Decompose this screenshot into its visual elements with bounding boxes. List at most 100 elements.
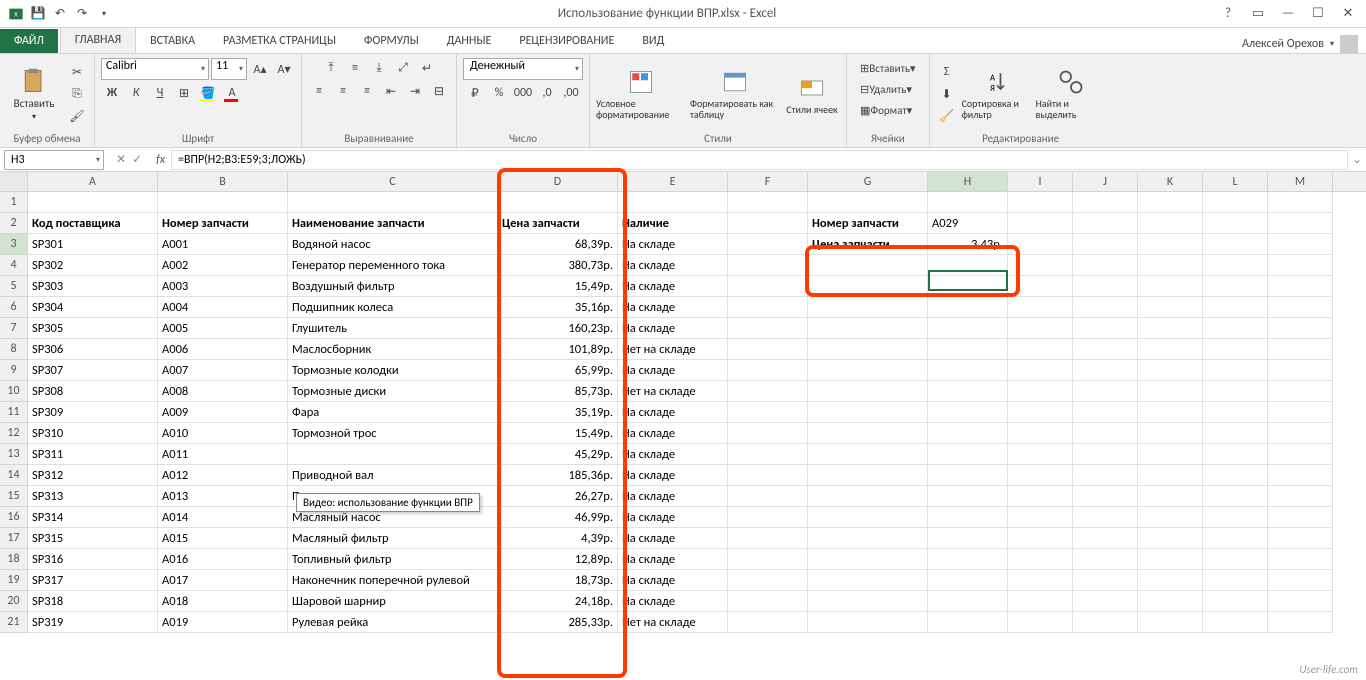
row-header[interactable]: 7 xyxy=(0,318,28,339)
col-header-G[interactable]: G xyxy=(808,172,928,191)
row-header[interactable]: 18 xyxy=(0,549,28,570)
align-bottom-icon[interactable]: ⤓ xyxy=(368,58,390,78)
underline-icon[interactable]: Ч xyxy=(149,83,171,103)
font-color-icon[interactable]: A xyxy=(221,83,243,103)
align-right-icon[interactable]: ≡ xyxy=(356,81,378,101)
save-icon[interactable]: 💾 xyxy=(28,4,48,24)
fx-icon[interactable]: fx xyxy=(150,153,171,167)
tab-view[interactable]: ВИД xyxy=(628,29,678,53)
row-header[interactable]: 12 xyxy=(0,423,28,444)
increase-indent-icon[interactable]: ⇥ xyxy=(404,81,426,101)
maximize-icon[interactable]: ☐ xyxy=(1304,3,1332,25)
cut-icon[interactable]: ✂ xyxy=(66,62,88,82)
number-format-select[interactable]: Денежный▾ xyxy=(463,58,583,80)
col-header-E[interactable]: E xyxy=(618,172,728,191)
tab-layout[interactable]: РАЗМЕТКА СТРАНИЦЫ xyxy=(209,29,350,53)
tab-file[interactable]: ФАЙЛ xyxy=(0,29,58,53)
col-header-B[interactable]: B xyxy=(158,172,288,191)
decrease-indent-icon[interactable]: ⇤ xyxy=(380,81,402,101)
enter-formula-icon[interactable]: ✓ xyxy=(132,152,142,167)
font-name-select[interactable]: Calibri▾ xyxy=(101,58,209,80)
insert-cells-button[interactable]: ⊞ Вставить ▾ xyxy=(853,58,923,78)
col-header-L[interactable]: L xyxy=(1203,172,1268,191)
sort-filter-button[interactable]: AЯСортировка и фильтр xyxy=(962,60,1032,128)
autosum-icon[interactable]: Σ xyxy=(936,62,958,82)
row-header[interactable]: 15 xyxy=(0,486,28,507)
formula-input[interactable]: =ВПР(H2;B3:E59;3;ЛОЖЬ) xyxy=(171,150,1348,170)
increase-font-icon[interactable]: A▴ xyxy=(249,59,271,79)
tab-home[interactable]: ГЛАВНАЯ xyxy=(60,27,136,53)
excel-icon[interactable]: X xyxy=(6,4,26,24)
row-header[interactable]: 16 xyxy=(0,507,28,528)
redo-icon[interactable]: ↷ xyxy=(72,4,92,24)
format-as-table-button[interactable]: Форматировать как таблицу xyxy=(690,60,780,128)
user-area[interactable]: Алексей Орехов ▾ xyxy=(1242,35,1366,53)
col-header-D[interactable]: D xyxy=(498,172,618,191)
wrap-text-icon[interactable]: ↵ xyxy=(416,58,438,78)
copy-icon[interactable]: ⎘ xyxy=(66,84,88,104)
delete-cells-button[interactable]: ⊟ Удалить ▾ xyxy=(853,79,919,99)
fill-icon[interactable]: ⬇ xyxy=(936,84,958,104)
select-all-button[interactable] xyxy=(0,172,28,191)
align-middle-icon[interactable]: ≡ xyxy=(344,58,366,78)
bold-icon[interactable]: Ж xyxy=(101,83,123,103)
col-header-M[interactable]: M xyxy=(1268,172,1333,191)
col-header-C[interactable]: C xyxy=(288,172,498,191)
orientation-icon[interactable]: ⤢ xyxy=(392,58,414,78)
avatar[interactable] xyxy=(1340,35,1358,53)
ribbon-options-icon[interactable]: ▭ xyxy=(1244,3,1272,25)
italic-icon[interactable]: К xyxy=(125,83,147,103)
row-header[interactable]: 14 xyxy=(0,465,28,486)
row-header[interactable]: 6 xyxy=(0,297,28,318)
row-header[interactable]: 13 xyxy=(0,444,28,465)
cell-styles-button[interactable]: Стили ячеек xyxy=(784,60,840,128)
format-painter-icon[interactable]: 🖌 xyxy=(66,106,88,126)
row-header[interactable]: 2 xyxy=(0,213,28,234)
row-header[interactable]: 8 xyxy=(0,339,28,360)
find-select-button[interactable]: Найти и выделить xyxy=(1036,60,1106,128)
col-header-K[interactable]: K xyxy=(1138,172,1203,191)
tab-formulas[interactable]: ФОРМУЛЫ xyxy=(350,29,433,53)
font-size-select[interactable]: 11▾ xyxy=(211,58,247,80)
format-cells-button[interactable]: ▦ Формат ▾ xyxy=(853,100,919,120)
col-header-J[interactable]: J xyxy=(1073,172,1138,191)
row-header[interactable]: 10 xyxy=(0,381,28,402)
tab-data[interactable]: ДАННЫЕ xyxy=(433,29,506,53)
col-header-H[interactable]: H xyxy=(928,172,1008,191)
conditional-formatting-button[interactable]: Условное форматирование xyxy=(596,60,686,128)
percent-format-icon[interactable]: % xyxy=(488,83,510,103)
row-header[interactable]: 21 xyxy=(0,612,28,633)
col-header-A[interactable]: A xyxy=(28,172,158,191)
qat-dropdown-icon[interactable]: ▾ xyxy=(94,4,114,24)
row-header[interactable]: 19 xyxy=(0,570,28,591)
merge-icon[interactable]: ⊟ xyxy=(428,81,450,101)
tab-review[interactable]: РЕЦЕНЗИРОВАНИЕ xyxy=(505,29,628,53)
row-header[interactable]: 3 xyxy=(0,234,28,255)
col-header-I[interactable]: I xyxy=(1008,172,1073,191)
row-header[interactable]: 5 xyxy=(0,276,28,297)
row-header[interactable]: 9 xyxy=(0,360,28,381)
close-icon[interactable]: ✕ xyxy=(1334,3,1362,25)
row-header[interactable]: 4 xyxy=(0,255,28,276)
row-header[interactable]: 20 xyxy=(0,591,28,612)
paste-button[interactable]: Вставить ▾ xyxy=(6,60,62,128)
tab-insert[interactable]: ВСТАВКА xyxy=(136,29,209,53)
expand-formula-bar-icon[interactable]: ⌄ xyxy=(1348,152,1366,167)
name-box[interactable]: H3▾ xyxy=(4,150,104,170)
decrease-font-icon[interactable]: A▾ xyxy=(273,59,295,79)
col-header-F[interactable]: F xyxy=(728,172,808,191)
row-header[interactable]: 11 xyxy=(0,402,28,423)
comma-format-icon[interactable]: 000 xyxy=(512,83,534,103)
align-left-icon[interactable]: ≡ xyxy=(308,81,330,101)
decrease-decimal-icon[interactable]: ,00 xyxy=(560,83,582,103)
align-top-icon[interactable]: ⤒ xyxy=(320,58,342,78)
spreadsheet-grid[interactable]: A B C D E F G H I J K L M 1 2 Код постав… xyxy=(0,172,1366,633)
accounting-format-icon[interactable]: ₽ xyxy=(464,83,486,103)
cancel-formula-icon[interactable]: ✕ xyxy=(116,152,126,167)
row-header[interactable]: 1 xyxy=(0,192,28,213)
fill-color-icon[interactable]: 🪣 xyxy=(197,83,219,103)
help-icon[interactable]: ? xyxy=(1214,3,1242,25)
align-center-icon[interactable]: ≡ xyxy=(332,81,354,101)
user-dropdown-icon[interactable]: ▾ xyxy=(1330,39,1334,49)
increase-decimal-icon[interactable]: ,0 xyxy=(536,83,558,103)
